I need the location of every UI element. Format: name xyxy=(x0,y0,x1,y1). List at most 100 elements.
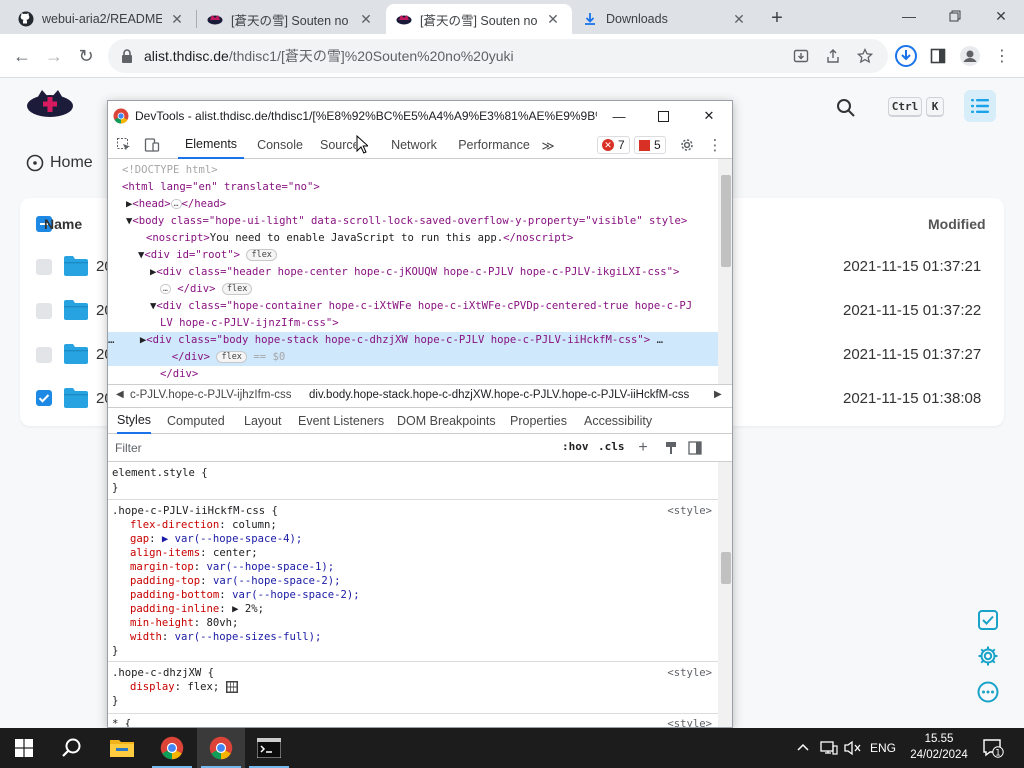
hover-state-toggle[interactable]: :hov xyxy=(562,440,589,453)
scrollbar-thumb[interactable] xyxy=(721,552,731,584)
close-tab-icon[interactable]: ✕ xyxy=(730,10,748,28)
browser-tab-souten-1[interactable]: [蒼天の雪] Souten no y ✕ xyxy=(197,4,385,34)
more-tabs-chevron-icon[interactable]: ≫ xyxy=(540,131,556,159)
flex-badge[interactable]: flex xyxy=(221,283,253,295)
tab-dom-breakpoints[interactable]: DOM Breakpoints xyxy=(397,408,496,434)
selected-line-ellipsis[interactable]: … xyxy=(108,334,114,346)
browser-tab-github[interactable]: webui-aria2/README.m ✕ xyxy=(8,4,196,34)
dom-line-doctype[interactable]: <!DOCTYPE html> xyxy=(122,162,218,179)
dom-line-body[interactable]: ▼<body class="hope-ui-light" data-scroll… xyxy=(126,213,687,230)
toggle-sidebar-icon[interactable] xyxy=(686,439,704,457)
tab-properties[interactable]: Properties xyxy=(510,408,567,434)
dom-line-html[interactable]: <html lang="en" translate="no"> xyxy=(122,179,320,196)
minimize-window-icon[interactable]: — xyxy=(886,0,932,32)
style-declaration[interactable]: width: var(--hope-sizes-full); xyxy=(130,630,321,644)
tab-styles[interactable]: Styles xyxy=(117,408,152,434)
rule-source-link[interactable]: <style> xyxy=(667,717,712,727)
search-icon[interactable] xyxy=(832,94,860,122)
dom-line-selected-close[interactable]: </div> flex == $0 xyxy=(108,349,718,366)
row-checkbox[interactable] xyxy=(36,390,52,406)
dom-line-header[interactable]: ▶<div class="header hope-center hope-c-j… xyxy=(150,264,679,281)
bookmark-star-icon[interactable] xyxy=(856,47,874,65)
settings-gear-icon[interactable] xyxy=(976,644,1000,668)
tab-layout[interactable]: Layout xyxy=(244,408,282,434)
checklist-toggle-icon[interactable] xyxy=(976,608,1000,632)
style-declaration[interactable]: min-height: 80vh; xyxy=(130,616,238,630)
taskbar-clock[interactable]: 15.55 24/02/2024 xyxy=(910,731,968,763)
flex-badge[interactable]: flex xyxy=(216,351,247,363)
breadcrumb-scroll-left-icon[interactable]: ◀ xyxy=(116,389,124,400)
element-style-selector[interactable]: element.style { xyxy=(112,467,208,479)
close-tab-icon[interactable]: ✕ xyxy=(168,10,186,28)
breadcrumb-home-link[interactable]: Home xyxy=(50,154,93,172)
tab-accessibility[interactable]: Accessibility xyxy=(584,408,652,434)
style-declaration[interactable]: padding-top: var(--hope-space-2); xyxy=(130,574,341,588)
collapsed-ellipsis[interactable]: … xyxy=(170,199,182,209)
devtools-title-bar[interactable]: DevTools - alist.thdisc.de/thdisc1/[%E8%… xyxy=(108,101,732,131)
list-view-toggle-button[interactable] xyxy=(964,90,996,122)
reload-icon[interactable]: ↻ xyxy=(73,43,99,69)
devtools-settings-gear-icon[interactable] xyxy=(678,136,696,154)
show-hidden-icons-chevron[interactable] xyxy=(796,728,810,768)
profile-avatar-icon[interactable] xyxy=(958,44,982,68)
input-language-indicator[interactable]: ENG xyxy=(870,728,896,768)
notification-center-icon[interactable]: 1 xyxy=(982,728,1004,768)
tab-network[interactable]: Network xyxy=(390,131,438,159)
tab-performance[interactable]: Performance xyxy=(458,131,530,159)
device-toolbar-icon[interactable] xyxy=(143,136,161,154)
breadcrumb-prev-node[interactable]: c-PJLV.hope-c-PJLV-ijhzIfm-css xyxy=(130,389,291,401)
dom-line-root[interactable]: ▼<div id="root"> flex xyxy=(138,247,277,264)
rule-source-link[interactable]: <style> xyxy=(667,504,712,518)
breadcrumb-current-node[interactable]: div.body.hope-stack.hope-c-dhzjXW.hope-c… xyxy=(309,389,689,401)
styles-filter-input[interactable]: Filter xyxy=(115,441,142,455)
network-icon[interactable] xyxy=(820,728,838,768)
terminal-taskbar-icon[interactable] xyxy=(245,728,293,768)
rule-selector[interactable]: .hope-c-PJLV-iiHckfM-css { xyxy=(112,505,278,517)
new-style-rule-icon[interactable]: + xyxy=(634,439,652,457)
style-declaration[interactable]: padding-inline: ▶ 2%; xyxy=(130,602,264,616)
taskbar-search-icon[interactable] xyxy=(48,728,96,768)
column-header-name[interactable]: Name xyxy=(44,216,82,232)
dom-line-head[interactable]: ▶<head>… </head> xyxy=(126,196,226,213)
style-declaration[interactable]: flex-direction: column; xyxy=(130,518,277,532)
close-tab-icon[interactable]: ✕ xyxy=(357,10,375,28)
error-count-badge[interactable]: ✕ 7 xyxy=(597,136,630,154)
row-checkbox[interactable] xyxy=(36,303,52,319)
styles-scrollbar[interactable] xyxy=(718,462,732,727)
dom-line-container[interactable]: ▼<div class="hope-container hope-c-iXtWF… xyxy=(150,298,692,315)
chrome-devtools-taskbar-icon[interactable] xyxy=(197,728,245,768)
scrollbar-thumb[interactable] xyxy=(721,175,731,267)
site-logo[interactable] xyxy=(26,88,74,118)
restore-window-icon[interactable] xyxy=(932,0,978,32)
collapsed-ellipsis[interactable]: … xyxy=(657,334,663,346)
chrome-taskbar-icon[interactable] xyxy=(148,728,196,768)
dom-line-container-close[interactable]: </div> xyxy=(160,366,198,383)
side-panel-icon[interactable] xyxy=(926,44,950,68)
flexbox-editor-icon[interactable] xyxy=(225,681,238,693)
style-declaration[interactable]: align-items: center; xyxy=(130,546,258,560)
volume-muted-icon[interactable] xyxy=(844,728,862,768)
file-explorer-icon[interactable] xyxy=(98,728,146,768)
devtools-close-icon[interactable]: ✕ xyxy=(694,105,724,127)
devtools-kebab-menu-icon[interactable]: ⋮ xyxy=(706,136,724,154)
tab-console[interactable]: Console xyxy=(249,131,311,159)
tab-elements[interactable]: Elements xyxy=(178,131,244,159)
rule-selector[interactable]: .hope-c-dhzjXW { xyxy=(112,667,214,679)
share-icon[interactable] xyxy=(824,47,842,65)
address-bar[interactable]: alist.thdisc.de/thdisc1/[蒼天の雪]%20Souten%… xyxy=(108,39,888,73)
style-declaration[interactable]: padding-bottom: var(--hope-space-2); xyxy=(130,588,360,602)
tab-event-listeners[interactable]: Event Listeners xyxy=(298,408,384,434)
more-options-icon[interactable] xyxy=(976,680,1000,704)
devtools-minimize-icon[interactable]: — xyxy=(604,105,634,127)
flex-badge[interactable]: flex xyxy=(246,249,277,261)
dom-tree-scrollbar[interactable] xyxy=(718,159,732,384)
install-app-icon[interactable] xyxy=(792,47,810,65)
new-tab-button[interactable]: + xyxy=(765,6,789,30)
devtools-maximize-icon[interactable] xyxy=(648,105,678,127)
start-button[interactable] xyxy=(0,728,48,768)
class-toggle[interactable]: .cls xyxy=(598,440,625,453)
breadcrumb-scroll-right-icon[interactable]: ▶ xyxy=(714,389,722,400)
style-declaration[interactable]: gap: ▶ var(--hope-space-4); xyxy=(130,532,302,546)
lock-icon[interactable] xyxy=(120,49,134,63)
style-declaration[interactable]: display: flex; xyxy=(130,680,238,694)
